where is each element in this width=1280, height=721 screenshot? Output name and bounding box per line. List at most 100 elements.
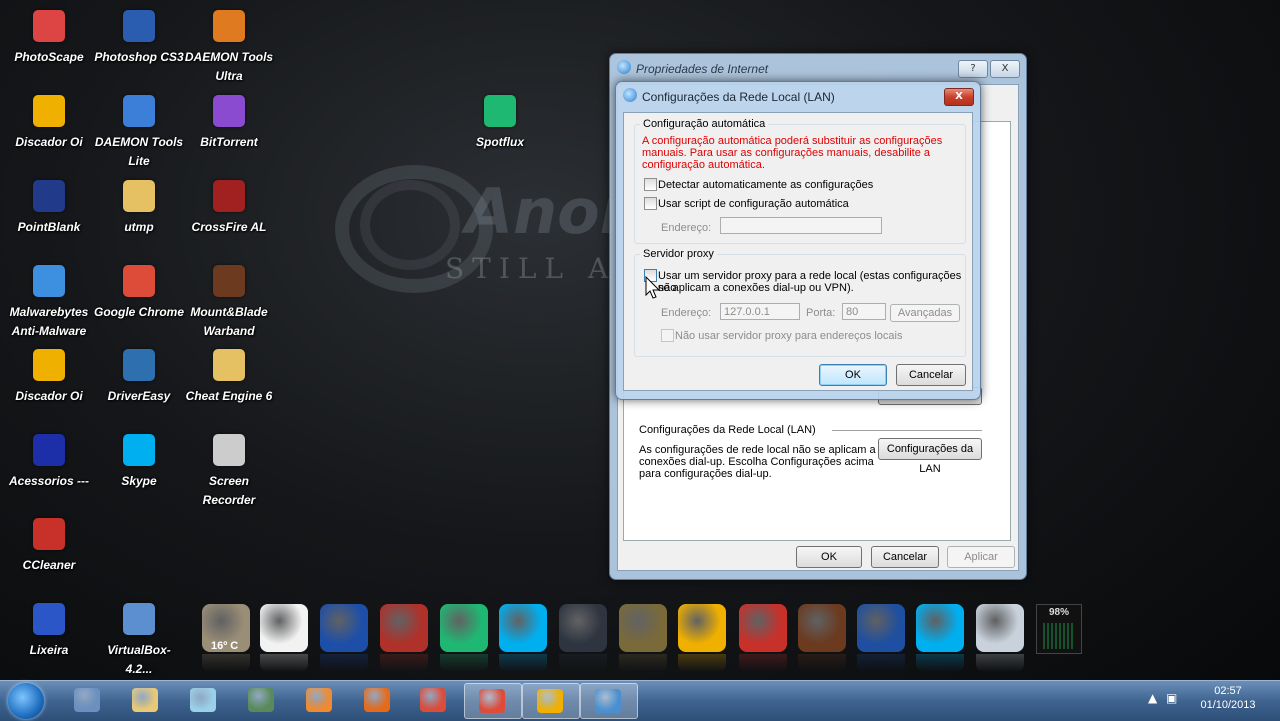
desktop-icon-11[interactable]: Malwarebytes Anti-Malware — [4, 265, 94, 339]
advanced-button[interactable]: Avançadas — [890, 304, 960, 322]
taskbar-firefox-button[interactable] — [350, 683, 406, 717]
dock-crossfire-icon[interactable] — [380, 604, 428, 652]
desktop-icon-label: Skype — [121, 474, 157, 488]
taskbar-task-manager-button[interactable] — [234, 683, 290, 717]
dock-skype-2-icon[interactable] — [916, 604, 964, 652]
apply-button[interactable]: Aplicar — [947, 546, 1015, 568]
desktop-icon-label: CCleaner — [22, 558, 76, 572]
desktop-shortcut-icon — [123, 603, 155, 635]
dock-reflection — [798, 654, 846, 672]
start-button[interactable] — [8, 683, 44, 719]
dock-spotflux-icon[interactable] — [440, 604, 488, 652]
desktop-icon-5[interactable]: DAEMON Tools Lite — [94, 95, 184, 169]
desktop-icon-14[interactable]: Discador Oi — [4, 349, 94, 404]
help-button[interactable]: ? — [958, 60, 988, 78]
media-player-icon — [306, 688, 332, 712]
desktop-icon-21[interactable]: Lixeira — [4, 603, 94, 658]
dock-reflection — [857, 654, 905, 672]
desktop-shortcut-icon — [123, 434, 155, 466]
desktop-icon-label: DriverEasy — [107, 389, 171, 403]
desktop-icon-label: Lixeira — [29, 643, 69, 657]
desktop-icon-20[interactable]: CCleaner — [4, 518, 94, 573]
desktop-shortcut-icon — [33, 265, 65, 297]
desktop-shortcut-icon — [123, 265, 155, 297]
taskbar-internet-options-button[interactable] — [580, 683, 638, 719]
desktop-icon-7[interactable]: Spotflux — [455, 95, 545, 150]
lan-settings-dialog: Configurações da Rede Local (LAN) X Conf… — [615, 81, 981, 400]
desktop-shortcut-icon — [33, 95, 65, 127]
desktop-icon-16[interactable]: Cheat Engine 6 — [184, 349, 274, 404]
lan-section-separator — [832, 430, 982, 431]
tray-clock[interactable]: 02:57 01/10/2013 — [1188, 684, 1268, 712]
desktop-icon-label: Discador Oi — [15, 135, 83, 149]
taskbar-notepad-button[interactable] — [176, 683, 232, 717]
desktop-icon-1[interactable]: PhotoScape — [4, 10, 94, 65]
dock-recycle-bin-icon[interactable] — [976, 604, 1024, 652]
taskbar-chrome-button[interactable] — [406, 683, 462, 717]
desktop-icon-10[interactable]: CrossFire AL — [184, 180, 274, 235]
dock-reflection — [916, 654, 964, 672]
auto-detect-checkbox[interactable] — [644, 178, 657, 191]
dock-pointblank-icon[interactable] — [320, 604, 368, 652]
dialog-close-button[interactable]: X — [944, 88, 974, 106]
dock-alienware-icon[interactable] — [559, 604, 607, 652]
taskbar-control-panel-button[interactable] — [60, 683, 116, 717]
dialog-ok-button[interactable]: OK — [819, 364, 887, 386]
desktop-icon-3[interactable]: DAEMON Tools Ultra — [184, 10, 274, 84]
use-script-checkbox[interactable] — [644, 197, 657, 210]
firefox-icon — [364, 688, 390, 712]
show-hidden-icons-chevron-icon[interactable]: ▲ — [1148, 691, 1157, 705]
desktop-icon-6[interactable]: BitTorrent — [184, 95, 274, 150]
taskbar-chrome-2-button[interactable] — [464, 683, 522, 719]
task-manager-icon — [248, 688, 274, 712]
dock-photoshop-icon[interactable] — [857, 604, 905, 652]
script-address-input[interactable] — [720, 217, 882, 234]
lan-settings-button[interactable]: Configurações da LAN — [878, 438, 982, 475]
meter-bars — [1043, 623, 1075, 649]
automatic-configuration-title: Configuração automática — [640, 118, 769, 130]
dock-ccleaner-icon[interactable] — [739, 604, 787, 652]
dock-daemon-tools-icon[interactable] — [260, 604, 308, 652]
desktop-icon-22[interactable]: VirtualBox-4.2... — [94, 603, 184, 677]
desktop-icon-label: Google Chrome — [94, 305, 185, 319]
dock-reflection — [202, 654, 250, 672]
bypass-local-checkbox[interactable] — [661, 329, 674, 342]
clock-time: 02:57 — [1214, 685, 1242, 697]
proxy-port-input[interactable]: 80 — [842, 303, 886, 320]
desktop-icon-17[interactable]: Acessorios --- — [4, 434, 94, 489]
dock-reflection — [320, 654, 368, 672]
desktop-icon-label: DAEMON Tools Lite — [94, 135, 184, 168]
desktop-icon-18[interactable]: Skype — [94, 434, 184, 489]
chrome-2-icon — [479, 689, 505, 713]
dock-reflection — [559, 654, 607, 672]
dialog-cancel-button[interactable]: Cancelar — [896, 364, 966, 386]
desktop-icon-label: Discador Oi — [15, 389, 83, 403]
desktop-icon-19[interactable]: Screen Recorder — [184, 434, 274, 508]
desktop-icon-label: BitTorrent — [200, 135, 258, 149]
taskbar-media-player-button[interactable] — [292, 683, 348, 717]
proxy-port-label: Porta: — [806, 307, 836, 319]
taskbar-windows-explorer-button[interactable] — [118, 683, 174, 717]
lan-description-line-3: para configurações dial-up. — [639, 468, 772, 480]
cancel-button[interactable]: Cancelar — [871, 546, 939, 568]
dock-atom-icon[interactable] — [619, 604, 667, 652]
dock-oi-icon[interactable] — [678, 604, 726, 652]
desktop-icon-8[interactable]: PointBlank — [4, 180, 94, 235]
dock-reflection — [976, 654, 1024, 672]
dock-warband-icon[interactable] — [798, 604, 846, 652]
desktop-icon-2[interactable]: Photoshop CS3 — [94, 10, 184, 65]
desktop-icon-4[interactable]: Discador Oi — [4, 95, 94, 150]
desktop-icon-13[interactable]: Mount&Blade Warband — [184, 265, 274, 339]
desktop-icon-15[interactable]: DriverEasy — [94, 349, 184, 404]
desktop-icon-9[interactable]: utmp — [94, 180, 184, 235]
network-tray-icon[interactable]: ▣ — [1166, 691, 1177, 705]
desktop-shortcut-icon — [33, 10, 65, 42]
auto-warning-line-1: A configuração automática poderá substit… — [642, 135, 943, 147]
desktop-shortcut-icon — [33, 434, 65, 466]
ok-button[interactable]: OK — [796, 546, 862, 568]
close-button[interactable]: X — [990, 60, 1020, 78]
desktop-icon-12[interactable]: Google Chrome — [94, 265, 184, 320]
proxy-address-input[interactable]: 127.0.0.1 — [720, 303, 800, 320]
dock-skype-icon[interactable] — [499, 604, 547, 652]
taskbar-oi-button[interactable] — [522, 683, 580, 719]
